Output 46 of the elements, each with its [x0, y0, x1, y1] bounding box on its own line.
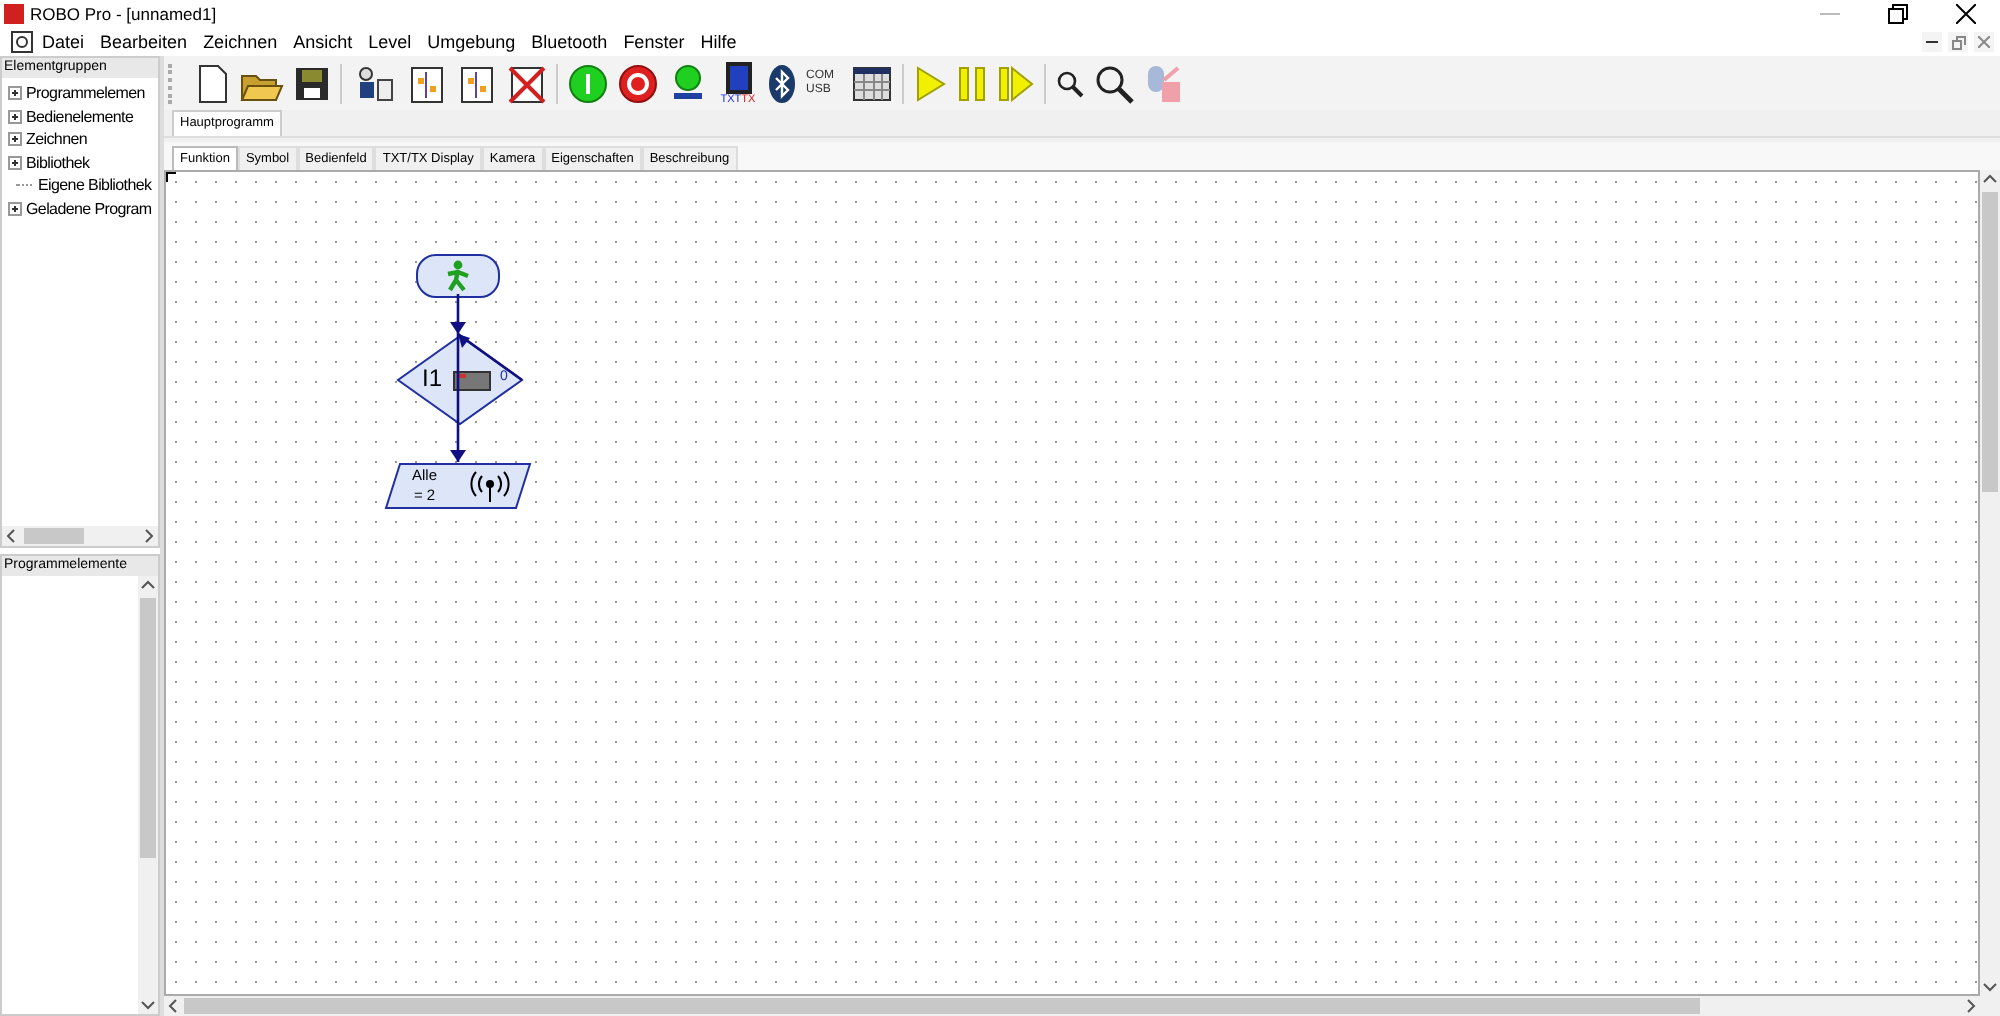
tree-item[interactable]: Geladene Program [26, 199, 152, 218]
horizontal-scrollbar[interactable] [2, 526, 158, 546]
expand-icon[interactable] [8, 132, 22, 147]
table-icon[interactable] [852, 65, 892, 101]
menu-item[interactable]: Bearbeiten [100, 32, 188, 52]
expand-icon[interactable] [8, 201, 22, 216]
minimize-icon[interactable] [1926, 40, 1938, 44]
start-icon[interactable] [568, 63, 608, 103]
expand-icon[interactable] [8, 86, 22, 101]
save-icon[interactable] [294, 65, 330, 101]
download-icon[interactable] [668, 63, 708, 103]
input-label: I1 [422, 364, 443, 392]
delete-subprogram-icon[interactable] [506, 63, 546, 103]
horizontal-scrollbar[interactable] [164, 996, 1980, 1016]
close-icon[interactable] [1956, 4, 1976, 24]
menu-item[interactable]: Level [368, 32, 412, 52]
menu-item[interactable]: Zeichnen [203, 32, 278, 52]
restore-icon[interactable] [1888, 4, 1908, 24]
start-block[interactable] [416, 254, 500, 298]
menu-item[interactable]: Bluetooth [531, 32, 608, 52]
new-file-icon[interactable] [194, 63, 230, 103]
menu-item[interactable]: Ansicht [293, 32, 353, 52]
app-logo-icon [4, 4, 24, 24]
tree-item[interactable]: Programmelemen [26, 84, 145, 103]
stop-icon[interactable] [618, 63, 658, 103]
tree-item[interactable]: Bedienelemente [26, 107, 134, 126]
tree-item[interactable]: Eigene Bibliothek [38, 176, 152, 195]
window-title: ROBO Pro - [unnamed1] [30, 4, 217, 24]
document-icon[interactable] [10, 30, 34, 54]
walking-figure-icon [444, 260, 472, 292]
subprogram-icon[interactable] [406, 63, 446, 103]
menu-item[interactable]: Datei [42, 32, 85, 52]
vertical-scrollbar[interactable] [1980, 170, 2000, 996]
menu-item[interactable]: Hilfe [700, 32, 737, 52]
expand-icon[interactable] [8, 109, 22, 124]
menu-item[interactable]: Umgebung [427, 32, 516, 52]
bluetooth-icon[interactable] [768, 63, 796, 103]
loop-connector [457, 332, 523, 382]
radio-signal-icon [470, 470, 510, 502]
expand-icon[interactable] [8, 155, 22, 170]
switch-icon [452, 368, 492, 392]
vertical-scrollbar[interactable] [138, 576, 158, 1014]
tree-item[interactable]: Bibliothek [26, 153, 90, 172]
subprogram-icon[interactable] [456, 63, 496, 103]
menu-item[interactable]: Fenster [623, 32, 685, 52]
tree-item[interactable]: Zeichnen [26, 130, 88, 149]
